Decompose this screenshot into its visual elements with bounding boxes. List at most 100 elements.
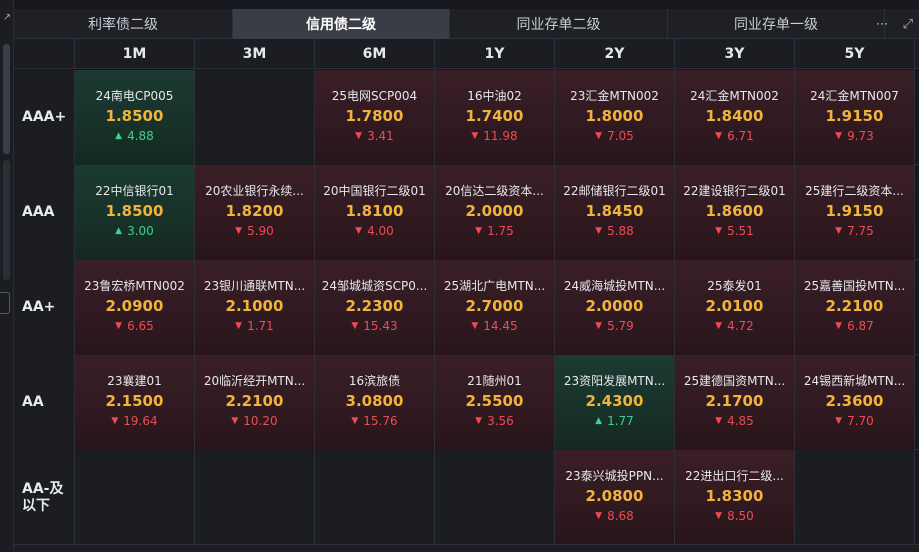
bond-cell[interactable]: 20农业银行永续... 1.8200 ▼ 5.90 [195,165,315,260]
bond-name: 20临沂经开MTN... [203,374,306,388]
bond-rate: 2.0800 [585,487,644,505]
bond-rate: 1.8450 [585,202,644,220]
bond-cell[interactable]: 25建德国资MTN... 2.1700 ▼ 4.85 [675,355,795,450]
bond-cell[interactable]: 25湖北广电MTN... 2.7000 ▼ 14.45 [435,260,555,355]
bond-name: 23资阳发展MTN... [563,374,666,388]
rate-change-value: 5.88 [607,224,634,238]
rating-label: AAA [14,165,75,260]
corner-arrow-icon[interactable]: ↗ [1,12,13,24]
bond-name: 24威海城投MTN... [563,279,666,293]
column-header[interactable]: 1Y [435,39,555,69]
bond-rate: 2.0000 [585,297,644,315]
rate-change: ▼ 10.20 [231,413,277,429]
bond-cell[interactable]: 23资阳发展MTN... 2.4300 ▲ 1.77 [555,355,675,450]
tab-ncd-primary[interactable]: 同业存单一级 [668,9,885,39]
triangle-down-icon: ▼ [231,416,239,426]
rate-change: ▼ 14.45 [471,318,517,334]
expand-icon[interactable]: ⤢ [903,17,913,32]
triangle-down-icon: ▼ [475,416,483,426]
rate-change-value: 1.75 [487,224,514,238]
bond-rate: 1.8500 [105,202,164,220]
bond-cell[interactable]: 23襄建01 2.1500 ▼ 19.64 [75,355,195,450]
bond-cell[interactable]: 24威海城投MTN... 2.0000 ▼ 5.79 [555,260,675,355]
column-header[interactable]: 2Y [555,39,675,69]
bond-cell[interactable]: 24锡西新城MTN... 2.3600 ▼ 7.70 [795,355,915,450]
bond-cell[interactable]: 20信达二级资本... 2.0000 ▼ 1.75 [435,165,555,260]
rate-change: ▼ 5.51 [715,223,754,239]
rate-change: ▼ 6.87 [835,318,874,334]
rate-change-value: 10.20 [243,414,278,428]
rate-change-value: 3.00 [127,224,154,238]
bond-cell[interactable]: 22邮储银行二级01 1.8450 ▼ 5.88 [555,165,675,260]
bond-cell[interactable]: 25嘉善国投MTN... 2.2100 ▼ 6.87 [795,260,915,355]
column-header[interactable]: 6M [315,39,435,69]
bond-cell[interactable]: 24汇金MTN007 1.9150 ▼ 9.73 [795,70,915,165]
tab-credit-bond-secondary[interactable]: 信用债二级 [233,9,450,39]
tab-rate-bond-secondary[interactable]: 利率债二级 [14,9,233,39]
bond-cell[interactable]: 20中国银行二级01 1.8100 ▼ 4.00 [315,165,435,260]
rate-change: ▼ 8.50 [715,508,754,524]
scrollbar-track[interactable] [3,160,10,280]
header-corner [14,39,75,69]
bond-cell[interactable]: 22进出口行二级... 1.8300 ▼ 8.50 [675,450,795,545]
bond-cell[interactable]: 24南电CP005 1.8500 ▲ 4.88 [75,70,195,165]
bond-rate: 1.8100 [345,202,404,220]
column-header[interactable]: 1M [75,39,195,69]
rate-change: ▼ 19.64 [111,413,157,429]
bond-rate: 2.0000 [465,202,524,220]
rate-change-value: 6.71 [727,129,754,143]
column-header[interactable]: 5Y [795,39,915,69]
triangle-down-icon: ▼ [355,226,363,236]
rate-change: ▼ 9.73 [835,128,874,144]
bond-name: 20中国银行二级01 [323,184,426,198]
bond-cell[interactable]: 25电网SCP004 1.7800 ▼ 3.41 [315,70,435,165]
triangle-down-icon: ▼ [595,321,603,331]
triangle-down-icon: ▼ [835,321,843,331]
triangle-down-icon: ▼ [715,131,723,141]
bond-rate: 2.0900 [105,297,164,315]
rate-change: ▼ 7.75 [835,223,874,239]
rate-change: ▲ 3.00 [115,223,154,239]
bond-cell[interactable]: 16滨旅债 3.0800 ▼ 15.76 [315,355,435,450]
bond-name: 22中信银行01 [95,184,174,198]
bond-cell[interactable]: 23汇金MTN002 1.8000 ▼ 7.05 [555,70,675,165]
bond-cell[interactable]: 25泰发01 2.0100 ▼ 4.72 [675,260,795,355]
bond-cell[interactable]: 21随州01 2.5500 ▼ 3.56 [435,355,555,450]
bond-name: 20农业银行永续... [205,184,304,198]
bond-cell[interactable]: 20临沂经开MTN... 2.2100 ▼ 10.20 [195,355,315,450]
scrollbar-thumb[interactable] [3,44,10,154]
rate-change-value: 11.98 [483,129,518,143]
bond-rate: 2.7000 [465,297,524,315]
bond-cell[interactable]: 22建设银行二级01 1.8600 ▼ 5.51 [675,165,795,260]
triangle-down-icon: ▼ [835,226,843,236]
bond-name: 16滨旅债 [348,374,401,388]
column-header[interactable]: 3Y [675,39,795,69]
triangle-up-icon: ▲ [595,416,603,426]
rate-change-value: 3.41 [367,129,394,143]
bond-cell[interactable]: 25建行二级资本... 1.9150 ▼ 7.75 [795,165,915,260]
tab-ncd-secondary[interactable]: 同业存单二级 [450,9,668,39]
rating-label: AA-及 以下 [14,450,75,545]
bond-name: 16中油02 [467,89,522,103]
triangle-down-icon: ▼ [355,131,363,141]
bond-cell[interactable]: 16中油02 1.7400 ▼ 11.98 [435,70,555,165]
rate-change: ▲ 4.88 [115,128,154,144]
bond-cell[interactable]: 24汇金MTN002 1.8400 ▼ 6.71 [675,70,795,165]
bond-name: 21随州01 [467,374,522,388]
rate-change-value: 7.75 [847,224,874,238]
bond-rate: 2.2300 [345,297,404,315]
grid-cell-empty [195,450,315,545]
bond-rate: 1.8000 [585,107,644,125]
bond-cell[interactable]: 22中信银行01 1.8500 ▲ 3.00 [75,165,195,260]
rate-change: ▼ 15.76 [351,413,397,429]
bond-cell[interactable]: 23鲁宏桥MTN002 2.0900 ▼ 6.65 [75,260,195,355]
bond-cell[interactable]: 23银川通联MTN... 2.1000 ▼ 1.71 [195,260,315,355]
bond-rate: 2.2100 [225,392,284,410]
rate-change: ▼ 4.72 [715,318,754,334]
collapse-handle[interactable] [0,292,10,314]
bond-cell[interactable]: 24邹城城资SCP0... 2.2300 ▼ 15.43 [315,260,435,355]
bond-cell[interactable]: 23泰兴城投PPN... 2.0800 ▼ 8.68 [555,450,675,545]
more-icon[interactable]: ⋯ [876,17,889,32]
bond-rate: 1.9150 [825,202,884,220]
column-header[interactable]: 3M [195,39,315,69]
